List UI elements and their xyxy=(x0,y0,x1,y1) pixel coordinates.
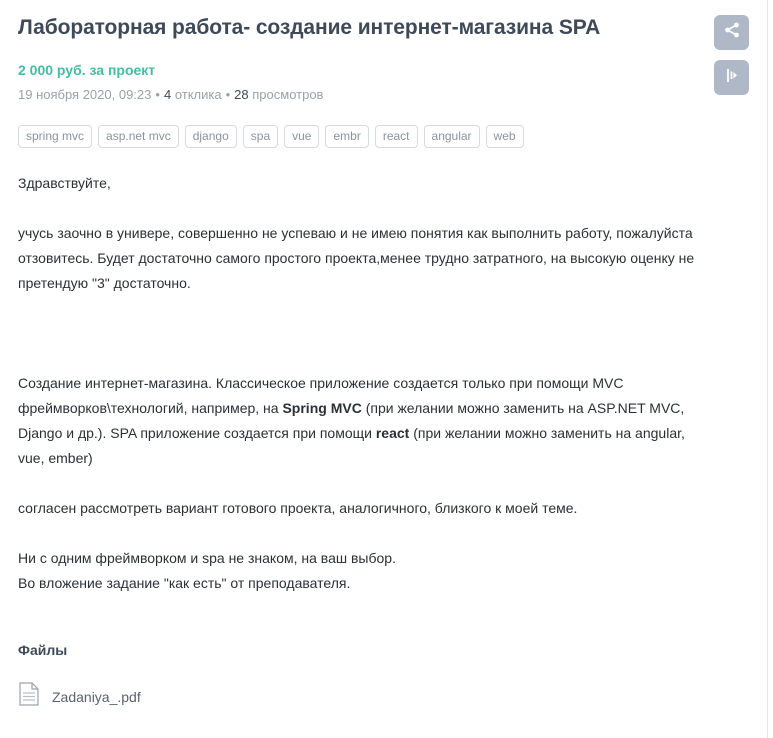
tag-spring-mvc[interactable]: spring mvc xyxy=(18,125,93,148)
description-greeting: Здравствуйте, xyxy=(18,175,111,191)
project-meta: 19 ноября 2020, 09:23 • 4 отклика • 28 просм… xyxy=(18,86,708,104)
tag-list: spring mvc asp.net mvc django spa vue em… xyxy=(18,125,708,148)
report-button[interactable] xyxy=(714,60,749,95)
views-label: просмотров xyxy=(252,87,324,102)
page-divider xyxy=(767,0,768,738)
tag-vue[interactable]: vue xyxy=(284,125,320,148)
document-icon xyxy=(18,682,40,711)
file-name[interactable]: Zadaniya_.pdf xyxy=(52,689,141,705)
responses-count: 4 xyxy=(163,87,172,102)
description-line: Во вложение задание "как есть" от препод… xyxy=(18,575,351,591)
highlight-spring-mvc: Spring MVC xyxy=(282,400,362,416)
report-icon xyxy=(723,66,741,89)
description-paragraph: согласен рассмотреть вариант готового пр… xyxy=(18,500,578,516)
project-price: 2 000 руб. за проект xyxy=(18,62,156,78)
tag-angular[interactable]: angular xyxy=(423,125,480,148)
tag-django[interactable]: django xyxy=(184,125,237,148)
views-count: 28 xyxy=(234,87,249,102)
files-heading: Файлы xyxy=(18,642,68,658)
tag-react[interactable]: react xyxy=(374,125,418,148)
tag-spa[interactable]: spa xyxy=(242,125,279,148)
file-attachment[interactable]: Zadaniya_.pdf xyxy=(18,682,708,711)
meta-separator: • xyxy=(225,87,231,102)
responses-label: отклика xyxy=(174,87,222,102)
page-title: Лабораторная работа- создание интернет-м… xyxy=(18,16,601,39)
highlight-react: react xyxy=(375,425,410,441)
tag-embr[interactable]: embr xyxy=(325,125,369,148)
share-button[interactable] xyxy=(714,15,749,50)
description-paragraph: Создание интернет-магазина. Классическое… xyxy=(18,375,685,466)
description-paragraph: учусь заочно в универе, совершенно не ус… xyxy=(18,225,695,291)
description-line: Ни с одним фреймворком и spa не знаком, … xyxy=(18,550,396,566)
tag-web[interactable]: web xyxy=(485,125,524,148)
project-description: Здравствуйте, учусь заочно в универе, со… xyxy=(18,171,708,596)
publish-date: 19 ноября 2020, 09:23 xyxy=(18,87,152,102)
project-content: Лабораторная работа- создание интернет-м… xyxy=(18,14,708,711)
share-icon xyxy=(723,21,741,44)
meta-separator: • xyxy=(155,87,160,102)
tag-asp-net-mvc[interactable]: asp.net mvc xyxy=(98,125,179,148)
